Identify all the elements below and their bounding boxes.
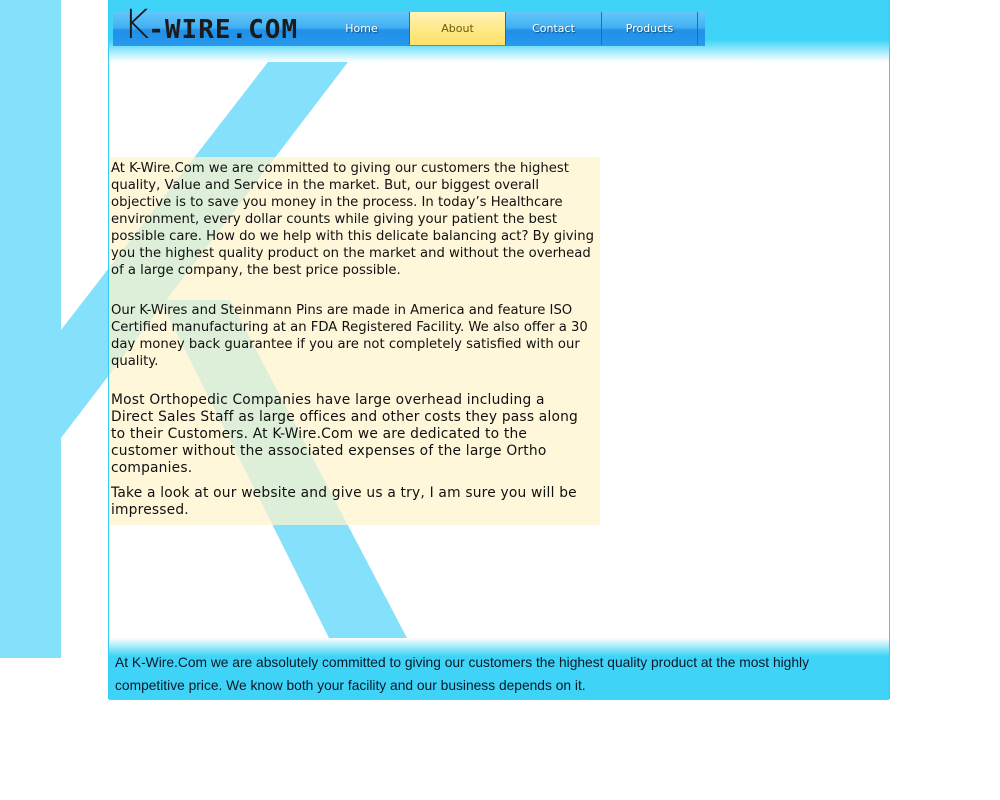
about-content: At K-Wire.Com we are committed to giving… — [109, 157, 600, 525]
site-footer: At K-Wire.Com we are absolutely committe… — [109, 638, 889, 700]
nav-home[interactable]: Home — [314, 12, 410, 45]
main-nav: Home About Contact Products — [314, 12, 698, 45]
logo-text: -WIRE.COM — [148, 15, 299, 45]
nav-about[interactable]: About — [410, 12, 506, 45]
about-paragraph-2: Our K-Wires and Steinmann Pins are made … — [111, 303, 588, 369]
nav-products[interactable]: Products — [602, 12, 698, 45]
about-paragraph-1: At K-Wire.Com we are committed to giving… — [111, 161, 594, 278]
nav-contact[interactable]: Contact — [506, 12, 602, 45]
about-paragraph-4: Take a look at our website and give us a… — [111, 485, 577, 518]
logo-k: K — [123, 2, 149, 48]
footer-text: At K-Wire.Com we are absolutely committe… — [115, 655, 809, 693]
site-logo[interactable]: K -WIRE.COM — [123, 2, 299, 48]
site-header: K -WIRE.COM Home About Contact Products — [109, 0, 889, 62]
about-paragraph-3: Most Orthopedic Companies have large ove… — [111, 392, 579, 476]
